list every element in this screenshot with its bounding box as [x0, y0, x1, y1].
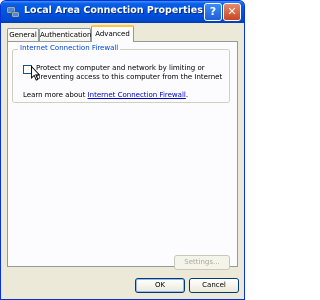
window-title: Local Area Connection Properties — [24, 5, 203, 16]
cancel-button[interactable]: Cancel — [189, 278, 239, 293]
learn-more-suffix: . — [185, 91, 189, 99]
help-button[interactable]: ? — [204, 3, 222, 21]
firewall-group-title: Internet Connection Firewall — [18, 44, 121, 52]
tab-authentication[interactable]: Authentication — [39, 28, 91, 41]
learn-more-text: Learn more about Internet Connection Fir… — [23, 91, 188, 99]
settings-button[interactable]: Settings... — [174, 255, 230, 270]
title-bar[interactable]: Local Area Connection Properties ? ✕ — [1, 1, 244, 23]
firewall-help-link[interactable]: Internet Connection Firewall — [88, 91, 186, 99]
network-connection-icon — [6, 6, 20, 18]
close-button[interactable]: ✕ — [223, 3, 241, 21]
tab-advanced[interactable]: Advanced — [91, 25, 134, 42]
protect-checkbox-label[interactable]: Protect my computer and network by limit… — [36, 64, 226, 82]
mouse-cursor-icon — [31, 66, 40, 81]
properties-dialog: Local Area Connection Properties ? ✕ Gen… — [0, 0, 245, 300]
learn-more-prefix: Learn more about — [23, 91, 88, 99]
ok-button[interactable]: OK — [135, 278, 185, 293]
tab-general[interactable]: General — [7, 28, 39, 41]
